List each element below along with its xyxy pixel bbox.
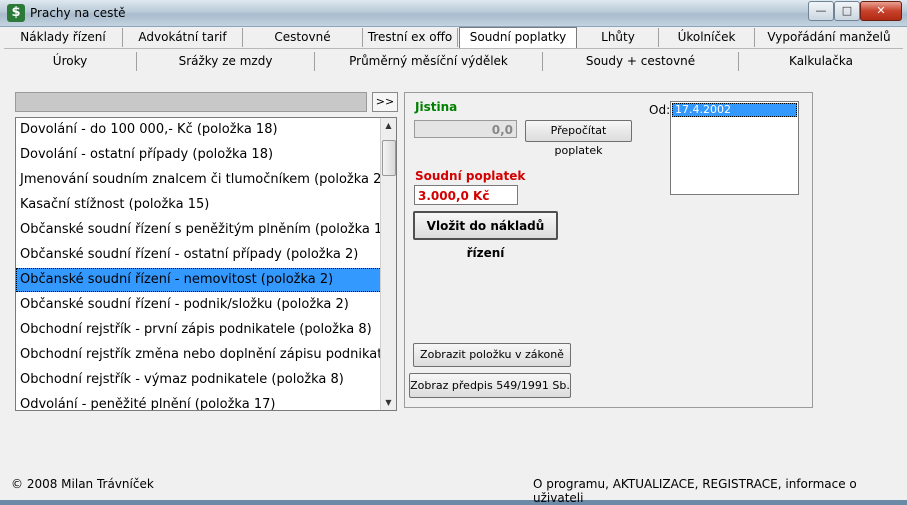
scroll-down-icon[interactable]: ▼ — [381, 395, 396, 410]
title-bar: $ Prachy na cestě — □ ✕ — [0, 0, 907, 27]
tab-uroky[interactable]: Úroky — [4, 52, 137, 71]
tab-kalkulacka[interactable]: Kalkulačka — [739, 52, 903, 71]
recalculate-button[interactable]: Přepočítat poplatek — [525, 120, 632, 157]
tab-soudy-cestovne[interactable]: Soudy + cestovné — [543, 52, 739, 71]
minimize-button[interactable]: — — [808, 1, 834, 21]
insert-into-costs-button[interactable]: Vložit do nákladů řízení — [413, 211, 558, 260]
list-item[interactable]: Odvolání - peněžité plnění (položka 17) — [16, 393, 384, 410]
tab-row-1: Náklady řízení Advokátní tarif Cestovné … — [4, 27, 903, 49]
app-window: $ Prachy na cestě — □ ✕ Náklady řízení A… — [0, 0, 907, 505]
date-item-selected[interactable]: 17.4.2002 — [672, 103, 797, 117]
tab-srazky-ze-mzdy[interactable]: Srážky ze mzdy — [137, 52, 315, 71]
tab-prumerny-vydelek[interactable]: Průměrný měsíční výdělek — [315, 52, 543, 71]
tab-soudni-poplatky[interactable]: Soudní poplatky — [459, 27, 577, 49]
list-item[interactable]: Obchodní rejstřík - výmaz podnikatele (p… — [16, 368, 384, 392]
show-in-law-button[interactable]: Zobrazit položku v zákoně — [413, 343, 571, 367]
list-item[interactable]: Obchodní rejstřík změna nebo doplnění zá… — [16, 343, 384, 367]
soudni-poplatek-label: Soudní poplatek — [415, 169, 526, 183]
date-list[interactable]: 17.4.2002 — [670, 101, 799, 195]
scroll-up-icon[interactable]: ▲ — [381, 118, 396, 133]
soudni-poplatek-field[interactable]: 3.000,0 Kč — [414, 185, 518, 205]
copyright-text: © 2008 Milan Trávníček — [11, 477, 154, 491]
money-app-icon: $ — [7, 4, 25, 22]
tab-cestovne[interactable]: Cestovné — [243, 28, 363, 47]
list-item[interactable]: Občanské soudní řízení - ostatní případy… — [16, 243, 384, 267]
tab-advokatni-tarif[interactable]: Advokátní tarif — [123, 28, 243, 47]
maximize-button[interactable]: □ — [834, 1, 860, 21]
list-item[interactable]: Občanské soudní řízení s peněžitým plněn… — [16, 218, 384, 242]
show-regulation-button[interactable]: Zobraz předpis 549/1991 Sb. — [409, 373, 571, 398]
scroll-thumb[interactable] — [382, 140, 396, 176]
od-label: Od: — [649, 103, 671, 117]
tab-ukolnicek[interactable]: Úkolníček — [659, 28, 755, 47]
list-item-selected[interactable]: Občanské soudní řízení - nemovitost (pol… — [16, 268, 384, 292]
list-item[interactable]: Kasační stížnost (položka 15) — [16, 193, 384, 217]
tab-trestni-ex-offo[interactable]: Trestní ex offo — [363, 28, 458, 47]
list-item[interactable]: Občanské soudní řízení - podnik/složku (… — [16, 293, 384, 317]
list-item[interactable]: Dovolání - ostatní případy (položka 18) — [16, 143, 384, 167]
tab-vyporadani-manzelu[interactable]: Vypořádání manželů — [755, 28, 903, 47]
fee-item-list[interactable]: Dovolání - do 100 000,- Kč (položka 18) … — [15, 117, 397, 411]
list-item[interactable]: Obchodní rejstřík - první zápis podnikat… — [16, 318, 384, 342]
list-item[interactable]: Jmenování soudním znalcem či tlumočníkem… — [16, 168, 384, 192]
list-scrollbar[interactable]: ▲ ▼ — [380, 118, 396, 410]
tab-lhuty[interactable]: Lhůty — [578, 28, 659, 47]
tab-row-2: Úroky Srážky ze mzdy Průměrný měsíční vý… — [4, 52, 903, 72]
jistina-label: Jistina — [415, 100, 458, 114]
about-links[interactable]: O programu, AKTUALIZACE, REGISTRACE, inf… — [533, 477, 907, 505]
list-item[interactable]: Dovolání - do 100 000,- Kč (položka 18) — [16, 118, 384, 142]
tab-naklady-rizeni[interactable]: Náklady řízení — [4, 28, 123, 47]
close-button[interactable]: ✕ — [860, 1, 902, 21]
filter-input[interactable] — [15, 92, 367, 112]
tab-divider — [4, 48, 903, 49]
jistina-field[interactable]: 0,0 — [414, 120, 517, 138]
window-title: Prachy na cestě — [30, 6, 126, 20]
filter-go-button[interactable]: >> — [372, 92, 398, 112]
